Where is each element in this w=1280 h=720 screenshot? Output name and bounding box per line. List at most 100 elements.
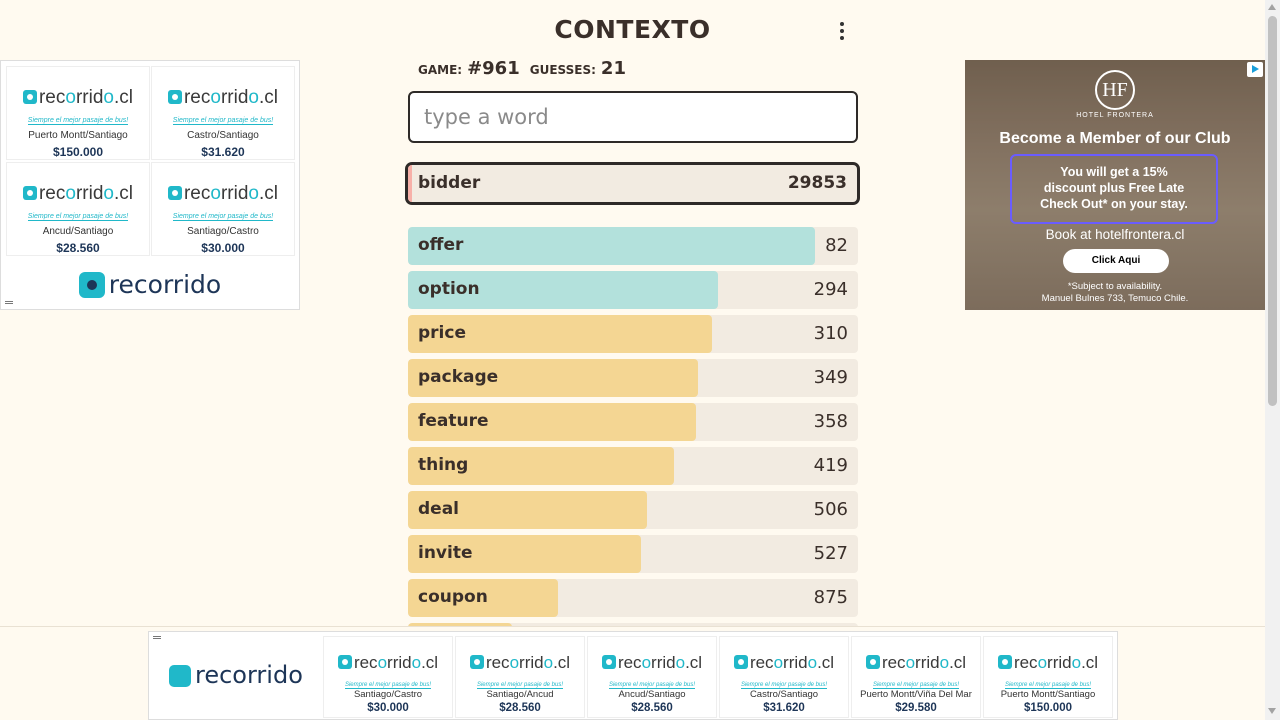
recorrido-cl-logo: recorrido.cl [324,653,452,673]
ad-route-text: Santiago/Castro [353,689,423,700]
logo-text-part: o [248,183,259,204]
recorrido-logo-icon [167,186,182,200]
guess-rank: 506 [813,499,848,520]
guesses-label: GUESSES: [529,63,596,77]
guess-rank: 358 [813,411,848,432]
recorrido-cl-logo: recorrido.cl [7,87,149,109]
word-input[interactable] [408,91,858,143]
kebab-menu-icon[interactable] [838,22,846,42]
ad-route-text: Puerto Montt/Santiago [1000,689,1096,700]
ad-menu-icon[interactable] [5,301,13,304]
ad-route-text: Puerto Montt/Santiago [28,130,128,141]
ad-route-card[interactable]: recorrido.cl Siempre el mejor pasaje de b… [455,636,585,718]
ad-route-text: Castro/Santiago [187,130,259,141]
scroll-down-arrow-icon[interactable] [1268,708,1276,714]
ad-banner-right[interactable]: HF HOTEL FRONTERA Become a Member of our… [965,60,1265,310]
ad-bottom-brand-text: recorrido [195,661,303,689]
logo-text-part: rec [1013,653,1038,672]
ad-route-card[interactable]: recorrido.cl Siempre el mejor pasaje de b… [6,66,150,160]
ad-route-price: $30.000 [201,241,245,255]
logo-text-part: o [103,87,114,108]
ad-left-brand[interactable]: recorrido [1,270,299,299]
ad-tagline: Siempre el mejor pasaje de bus! [476,682,564,689]
logo-text-part: o [543,653,554,672]
ad-offer-line: Check Out* on your stay. [1040,197,1188,211]
guess-rank: 527 [813,543,848,564]
guess-row: deal 506 [408,491,858,529]
guess-row: option 294 [408,271,858,309]
recorrido-logo-icon [733,655,748,669]
ad-banner-left[interactable]: recorrido recorrido.cl Siempre el mejor p… [0,60,300,310]
recorrido-logo-icon [337,655,352,669]
ad-route-card[interactable]: recorrido.cl Siempre el mejor pasaje de b… [151,162,295,256]
logo-text-part: rec [38,87,66,108]
guess-rank: 419 [813,455,848,476]
ad-footnote: *Subject to availability. [1067,281,1163,292]
logo-text-part: .cl [949,653,967,672]
logo-text-part: .cl [114,183,133,204]
logo-text-part: o [65,183,76,204]
ad-tagline: Siempre el mejor pasaje de bus! [172,117,274,125]
ad-tagline: Siempre el mejor pasaje de bus! [172,213,274,221]
guess-row: invite 527 [408,535,858,573]
guess-similarity-bar [408,227,816,265]
ad-route-card[interactable]: recorrido.cl Siempre el mejor pasaje de b… [983,636,1113,718]
ad-route-text: Puerto Montt/Viña Del Mar [860,689,972,700]
scroll-up-arrow-icon[interactable] [1268,4,1276,10]
ad-route-card[interactable]: recorrido.cl Siempre el mejor pasaje de b… [719,636,849,718]
guess-rank: 294 [813,279,848,300]
logo-text-part: rrid [220,87,249,108]
ad-bottom-brand[interactable]: recorrido [169,661,303,689]
ad-banner-bottom[interactable]: recorrido recorrido.cl Siempre el mejor p… [148,631,1118,720]
logo-text-part: o [377,653,388,672]
logo-text-part: .cl [685,653,703,672]
ad-menu-icon[interactable] [153,636,161,639]
adchoices-icon[interactable] [1247,62,1263,77]
logo-text-part: rrid [915,653,940,672]
logo-text-part: .cl [259,183,278,204]
ad-route-price: $31.620 [201,145,245,159]
ad-offer-box: You will get a 15% discount plus Free La… [1010,154,1218,224]
logo-text-part: rrid [75,87,104,108]
logo-text-part: rrid [519,653,544,672]
logo-text-part: .cl [114,87,133,108]
guess-row: offer 82 [408,227,858,265]
ad-tagline: Siempre el mejor pasaje de bus! [344,682,432,689]
ad-route-text: Ancud/Santiago [42,226,114,237]
recorrido-logo-icon [78,272,105,298]
logo-text-part: rec [353,653,378,672]
guess-word: feature [418,411,489,431]
ad-route-card[interactable]: recorrido.cl Siempre el mejor pasaje de b… [587,636,717,718]
ad-route-card[interactable]: recorrido.cl Siempre el mejor pasaje de b… [6,162,150,256]
logo-text-part: o [939,653,950,672]
ad-route-price: $28.560 [499,702,541,714]
logo-text-part: o [641,653,652,672]
ad-route-card[interactable]: recorrido.cl Siempre el mejor pasaje de b… [323,636,453,718]
game-number: #961 [467,58,520,79]
recorrido-cl-logo: recorrido.cl [720,653,848,673]
logo-text-part: o [807,653,818,672]
logo-text-part: rrid [783,653,808,672]
guess-row: price 310 [408,315,858,353]
logo-text-part: rec [881,653,906,672]
ad-route-card[interactable]: recorrido.cl Siempre el mejor pasaje de b… [851,636,981,718]
page-scrollbar[interactable] [1265,0,1280,720]
logo-text-part: rrid [1047,653,1072,672]
scroll-thumb[interactable] [1268,16,1277,406]
guess-row: thing 419 [408,447,858,485]
ad-headline: Become a Member of our Club [999,130,1231,147]
guess-rank: 310 [813,323,848,344]
logo-text-part: o [675,653,686,672]
ad-offer-line: You will get a 15% [1060,165,1168,179]
ad-click-button[interactable]: Click Aqui [1063,249,1169,273]
ad-route-price: $28.560 [56,241,100,255]
ad-route-card[interactable]: recorrido.cl Siempre el mejor pasaje de b… [151,66,295,160]
logo-text-part: .cl [259,87,278,108]
guesses-count: 21 [600,58,626,79]
logo-text-part: rrid [387,653,412,672]
logo-text-part: o [1071,653,1082,672]
logo-text-part: o [905,653,916,672]
ad-tagline-wrap: Siempre el mejor pasaje de bus! [7,205,149,223]
recorrido-cl-logo: recorrido.cl [152,87,294,109]
guess-word: coupon [418,587,488,607]
